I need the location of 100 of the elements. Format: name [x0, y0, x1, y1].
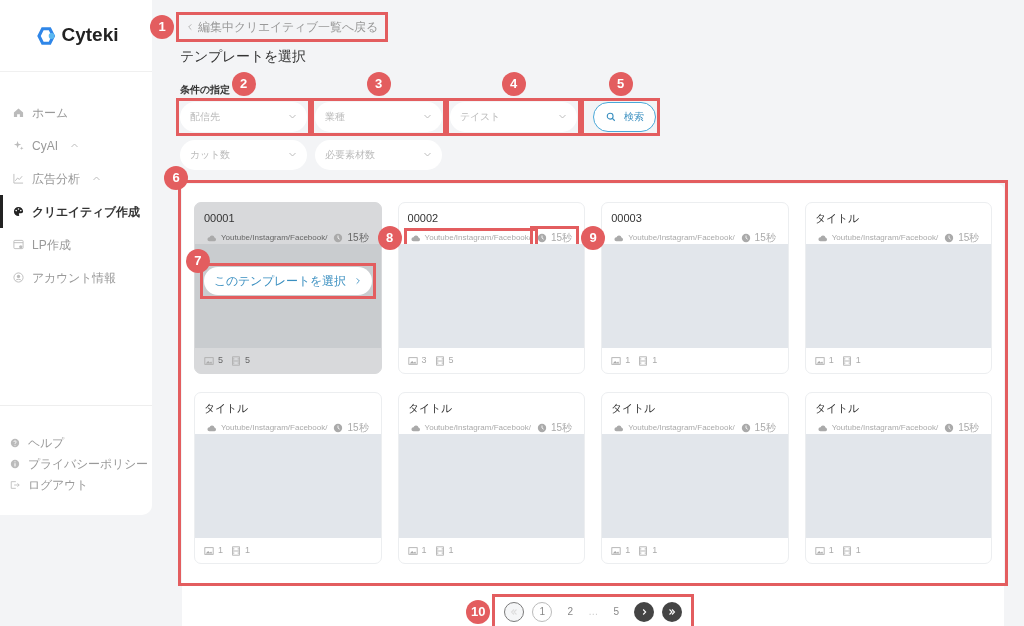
home-icon	[13, 107, 24, 118]
platform-text: Youtube/Instagram/Facebook/	[221, 421, 328, 434]
double-chevron-icon	[509, 606, 520, 617]
image-count: 1	[625, 544, 631, 557]
platform-text: Youtube/Instagram/Facebook/	[221, 231, 328, 244]
callout-badge: 1	[150, 15, 174, 39]
card-title: タイトル	[611, 400, 657, 416]
sidebar-item[interactable]: LP作成	[0, 228, 152, 261]
sidebar-item[interactable]: 広告分析	[0, 162, 152, 195]
image-count: 1	[421, 544, 427, 557]
line-chart-icon	[13, 173, 24, 184]
callout-badge: 5	[608, 71, 633, 96]
search-button[interactable]: 検索	[593, 101, 656, 132]
logo-text: Cyteki	[61, 23, 119, 48]
callout-badge: 2	[231, 71, 256, 96]
chevron-down-icon	[288, 150, 297, 159]
cut-count: 1	[855, 544, 861, 557]
image-icon	[407, 545, 418, 556]
callout-badge: 3	[366, 71, 391, 96]
card-title: タイトル	[407, 400, 453, 416]
film-icon	[841, 355, 852, 366]
clock-icon	[537, 422, 548, 433]
page-button[interactable]: 5	[606, 601, 627, 622]
callout-badge: 4	[501, 71, 526, 96]
clock-icon	[944, 232, 955, 243]
cut-count: 1	[245, 544, 251, 557]
select-field[interactable]: カット数	[180, 139, 307, 170]
info-icon	[10, 458, 20, 469]
select-template-button[interactable]: このテンプレートを選択	[203, 266, 372, 295]
platform-text: Youtube/Instagram/Facebook/	[831, 231, 939, 244]
chevron-down-icon	[558, 112, 567, 121]
image-icon	[814, 545, 825, 556]
next-page-button[interactable]	[634, 601, 655, 622]
duration-text: 15秒	[958, 231, 980, 245]
callout-badge: 10	[466, 599, 491, 624]
platform-text: Youtube/Instagram/Facebook/	[628, 421, 735, 434]
film-icon	[434, 355, 445, 366]
footer-link[interactable]: ログアウト	[0, 474, 152, 495]
chevron-down-icon	[423, 112, 432, 121]
image-count: 3	[421, 354, 427, 367]
image-icon	[611, 355, 622, 366]
palette-icon	[13, 206, 24, 217]
film-icon	[638, 545, 649, 556]
image-icon	[814, 355, 825, 366]
sidebar-item[interactable]: クリエイティブ作成	[0, 195, 152, 228]
sidebar-item[interactable]: ホーム	[0, 96, 152, 129]
card-title: 00001	[204, 210, 236, 226]
chevron-down-icon	[423, 150, 432, 159]
sidebar-item[interactable]: アカウント情報	[0, 261, 152, 294]
clock-icon	[333, 422, 344, 433]
clock-icon	[944, 422, 955, 433]
page-title: テンプレートを選択	[180, 47, 307, 66]
duration-text: 15秒	[551, 231, 573, 245]
clock-icon	[740, 422, 751, 433]
film-icon	[638, 355, 649, 366]
back-link[interactable]: 編集中クリエイティブ一覧へ戻る	[180, 16, 384, 38]
image-icon	[204, 545, 214, 556]
search-icon	[605, 111, 616, 122]
card-title: 00002	[407, 210, 440, 226]
duration-text: 15秒	[754, 231, 776, 245]
footer-link[interactable]: プライバシーポリシー	[0, 453, 152, 474]
select-field[interactable]: 配信先	[180, 101, 307, 132]
cut-count: 5	[245, 354, 251, 367]
film-icon	[231, 355, 241, 366]
footer-link[interactable]: ヘルプ	[0, 432, 152, 453]
image-count: 1	[218, 544, 223, 557]
select-field[interactable]: 必要素材数	[315, 139, 442, 170]
browser-window-icon	[13, 239, 24, 250]
image-icon	[407, 355, 418, 366]
duration-text: 15秒	[347, 231, 369, 245]
duration-text: 15秒	[347, 421, 369, 435]
film-icon	[231, 545, 241, 556]
logout-icon	[10, 479, 20, 490]
select-field[interactable]: 業種	[315, 101, 442, 132]
duration-text: 15秒	[958, 421, 980, 435]
card-title: タイトル	[814, 210, 860, 226]
platform-text: Youtube/Instagram/Facebook/	[628, 231, 735, 244]
clock-icon	[333, 232, 344, 243]
chevron-left-icon	[186, 23, 194, 31]
filter-label: 条件の指定	[180, 83, 230, 97]
cut-count: 1	[448, 544, 454, 557]
page-button[interactable]: 2	[560, 601, 581, 622]
chevron-down-icon	[288, 112, 297, 121]
card-title: 00003	[611, 210, 643, 226]
cut-count: 5	[448, 354, 454, 367]
help-icon	[10, 437, 20, 448]
platform-text: Youtube/Instagram/Facebook/	[424, 421, 532, 434]
user-icon	[13, 272, 24, 283]
cut-count: 1	[652, 544, 658, 557]
platform-text: Youtube/Instagram/Facebook/	[424, 231, 532, 244]
platform-text: Youtube/Instagram/Facebook/	[831, 421, 939, 434]
film-icon	[434, 545, 445, 556]
chevron-right-icon	[353, 276, 362, 285]
card-title: タイトル	[814, 400, 860, 416]
clock-icon	[740, 232, 751, 243]
cut-count: 1	[652, 354, 658, 367]
last-page-button[interactable]	[662, 601, 683, 622]
card-title: タイトル	[204, 400, 249, 416]
duration-text: 15秒	[551, 421, 573, 435]
sidebar-item[interactable]: CyAI	[0, 129, 152, 162]
